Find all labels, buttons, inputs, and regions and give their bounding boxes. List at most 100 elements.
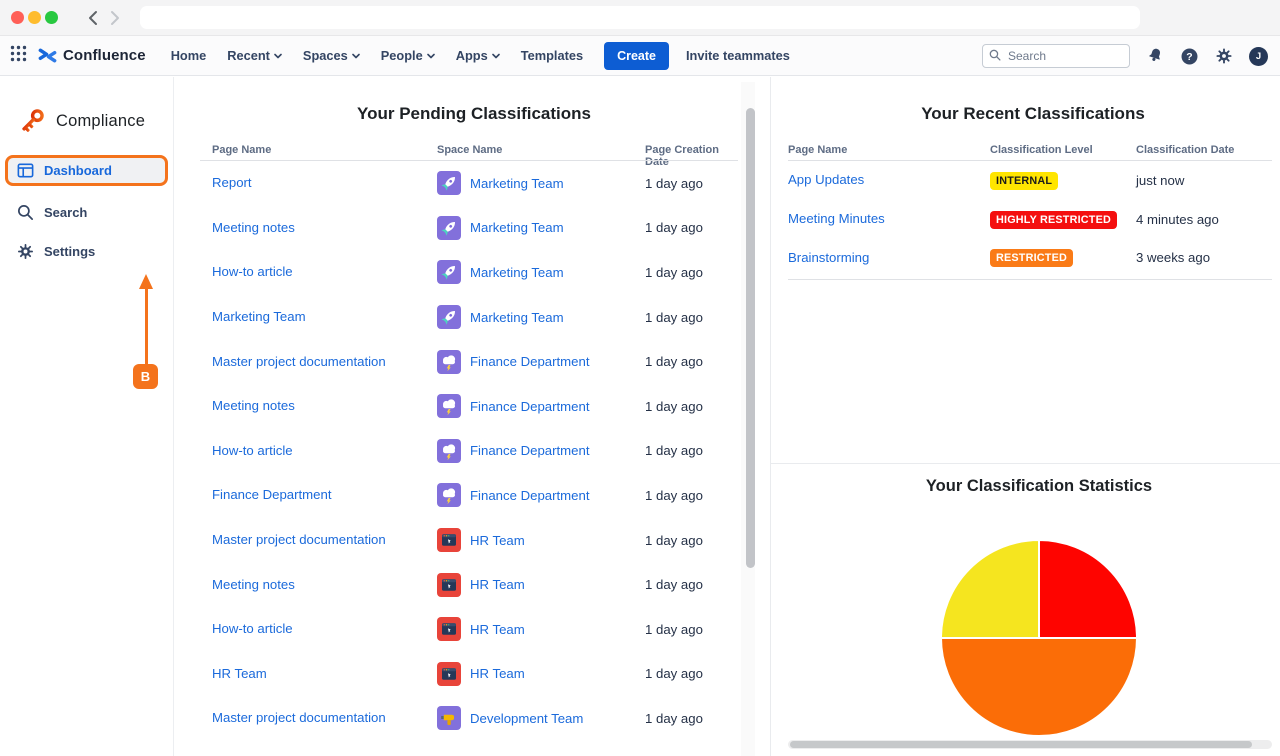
page-link[interactable]: Finance Department: [212, 487, 331, 502]
classification-level-badge: HIGHLY RESTRICTED: [990, 210, 1117, 229]
table-row: Meeting notes: [212, 206, 740, 251]
classification-date: 3 weeks ago: [1136, 250, 1211, 266]
screen: Confluence Home Recent Spaces People App…: [0, 0, 1280, 756]
notifications-bell-icon[interactable]: [1145, 46, 1165, 66]
space-link[interactable]: Finance Department: [470, 354, 589, 369]
sidebar-item-label: Settings: [44, 244, 96, 259]
app-header: Compliance: [15, 104, 173, 138]
space-link[interactable]: Marketing Team: [470, 265, 564, 280]
annotation-arrow: [139, 274, 153, 365]
confluence-mark-icon: [38, 48, 57, 63]
nav-menu-item-label: Recent: [227, 48, 270, 63]
search-input[interactable]: [982, 44, 1130, 68]
sidebar-item-dashboard[interactable]: Dashboard: [5, 155, 168, 186]
page-link[interactable]: Brainstorming: [788, 250, 869, 265]
back-button[interactable]: [82, 7, 104, 29]
space-link[interactable]: Marketing Team: [470, 220, 564, 235]
rocket-icon: [441, 311, 455, 325]
url-bar[interactable]: [140, 6, 1140, 29]
nav-menu-item[interactable]: Spaces: [303, 48, 360, 63]
page-link[interactable]: How-to article: [212, 621, 293, 636]
dashboard-icon: [17, 163, 34, 178]
page-creation-date: 1 day ago: [645, 220, 703, 236]
page-link[interactable]: How-to article: [212, 264, 293, 279]
nav-menu-item[interactable]: Templates: [521, 48, 583, 63]
user-avatar[interactable]: J: [1249, 46, 1268, 66]
nav-menu-item[interactable]: Home: [171, 48, 207, 63]
page-link[interactable]: Report: [212, 175, 252, 190]
space-link[interactable]: Development Team: [470, 711, 583, 726]
table-row: Marketing Team Marketing Team 1 day ago: [212, 295, 740, 340]
table-row: Master project documentation Development…: [212, 696, 740, 741]
page-creation-date: 1 day ago: [645, 710, 703, 726]
page-link[interactable]: HR Team: [212, 666, 267, 681]
page-creation-date: 1 day ago: [645, 309, 703, 325]
confluence-nav: Confluence Home Recent Spaces People App…: [0, 36, 1280, 76]
nav-menu-item[interactable]: Apps: [456, 48, 500, 63]
panel-divider-horizontal: [771, 463, 1280, 464]
classification-date: 4 minutes ago: [1136, 211, 1219, 227]
page-link[interactable]: Meeting notes: [212, 220, 295, 235]
space-link[interactable]: Marketing Team: [470, 176, 564, 191]
page-link[interactable]: Meeting notes: [212, 577, 295, 592]
nav-menu-item-label: Templates: [520, 48, 584, 63]
page-link[interactable]: How-to article: [212, 443, 293, 458]
recent-table-header: Page Name Classification Level Classific…: [788, 144, 1272, 156]
storm-cloud-icon: [443, 355, 456, 371]
page-creation-date: 1 day ago: [645, 354, 703, 370]
space-avatar: [437, 260, 461, 285]
create-button[interactable]: Create: [604, 41, 669, 70]
page-link[interactable]: App Updates: [788, 172, 864, 187]
table-row: Report Marketing Team 1 day ago: [212, 161, 740, 206]
classification-date: just now: [1136, 172, 1185, 188]
page-creation-date: 1 day ago: [645, 666, 703, 682]
confluence-logo[interactable]: Confluence: [37, 45, 146, 66]
settings-gear-icon[interactable]: [1214, 46, 1234, 66]
space-avatar: [437, 215, 461, 240]
chevron-down-icon: [351, 53, 360, 58]
table-row: Finance Department Finance Department 1 …: [212, 473, 740, 518]
page-link[interactable]: Meeting notes: [212, 398, 295, 413]
pending-scrollbar-thumb[interactable]: [746, 108, 755, 568]
product-name: Confluence: [63, 47, 146, 64]
space-link[interactable]: Marketing Team: [470, 310, 564, 325]
page-link[interactable]: Master project documentation: [212, 532, 386, 547]
space-link[interactable]: Finance Department: [470, 488, 589, 503]
nav-menu-item[interactable]: Recent: [227, 48, 282, 63]
sidebar-item-search[interactable]: Search: [5, 197, 168, 228]
page-link[interactable]: Master project documentation: [212, 710, 386, 725]
space-avatar: [437, 706, 461, 731]
column-header: Classification Date: [1136, 144, 1235, 156]
sidebar-item-settings[interactable]: Settings: [5, 236, 168, 267]
page-link[interactable]: Marketing Team: [212, 309, 306, 324]
rocket-icon: [441, 221, 455, 236]
app-switcher-button[interactable]: [10, 45, 27, 67]
page-creation-date: 1 day ago: [645, 487, 703, 503]
close-window-button[interactable]: [11, 11, 24, 24]
drill-icon: [441, 715, 454, 726]
page-creation-date: 1 day ago: [645, 175, 703, 191]
space-avatar: [437, 171, 461, 196]
nav-menu-item[interactable]: People: [381, 48, 435, 63]
space-link[interactable]: Finance Department: [470, 399, 589, 414]
space-avatar: [437, 349, 461, 374]
nav-menu: Home Recent Spaces People Apps Templates: [171, 48, 583, 63]
space-avatar: [437, 305, 461, 330]
invite-teammates-button[interactable]: Invite teammates: [686, 48, 790, 63]
forward-button[interactable]: [104, 7, 126, 29]
table-row: HR Team HR Team 1 day ago: [212, 652, 740, 697]
space-link[interactable]: HR Team: [470, 533, 525, 548]
classification-level-badge: INTERNAL: [990, 171, 1059, 190]
space-link[interactable]: HR Team: [470, 622, 525, 637]
space-link[interactable]: HR Team: [470, 577, 525, 592]
zoom-window-button[interactable]: [45, 11, 58, 24]
space-link[interactable]: Finance Department: [470, 443, 589, 458]
help-icon[interactable]: ?: [1180, 47, 1199, 66]
page-link[interactable]: Master project documentation: [212, 354, 386, 369]
page-link[interactable]: Meeting Minutes: [788, 211, 885, 226]
table-row: How-to article Finance Department 1 day …: [212, 429, 740, 474]
stats-scrollbar-thumb[interactable]: [790, 741, 1252, 748]
minimize-window-button[interactable]: [28, 11, 41, 24]
page-creation-date: 1 day ago: [645, 264, 703, 280]
space-link[interactable]: HR Team: [470, 666, 525, 681]
